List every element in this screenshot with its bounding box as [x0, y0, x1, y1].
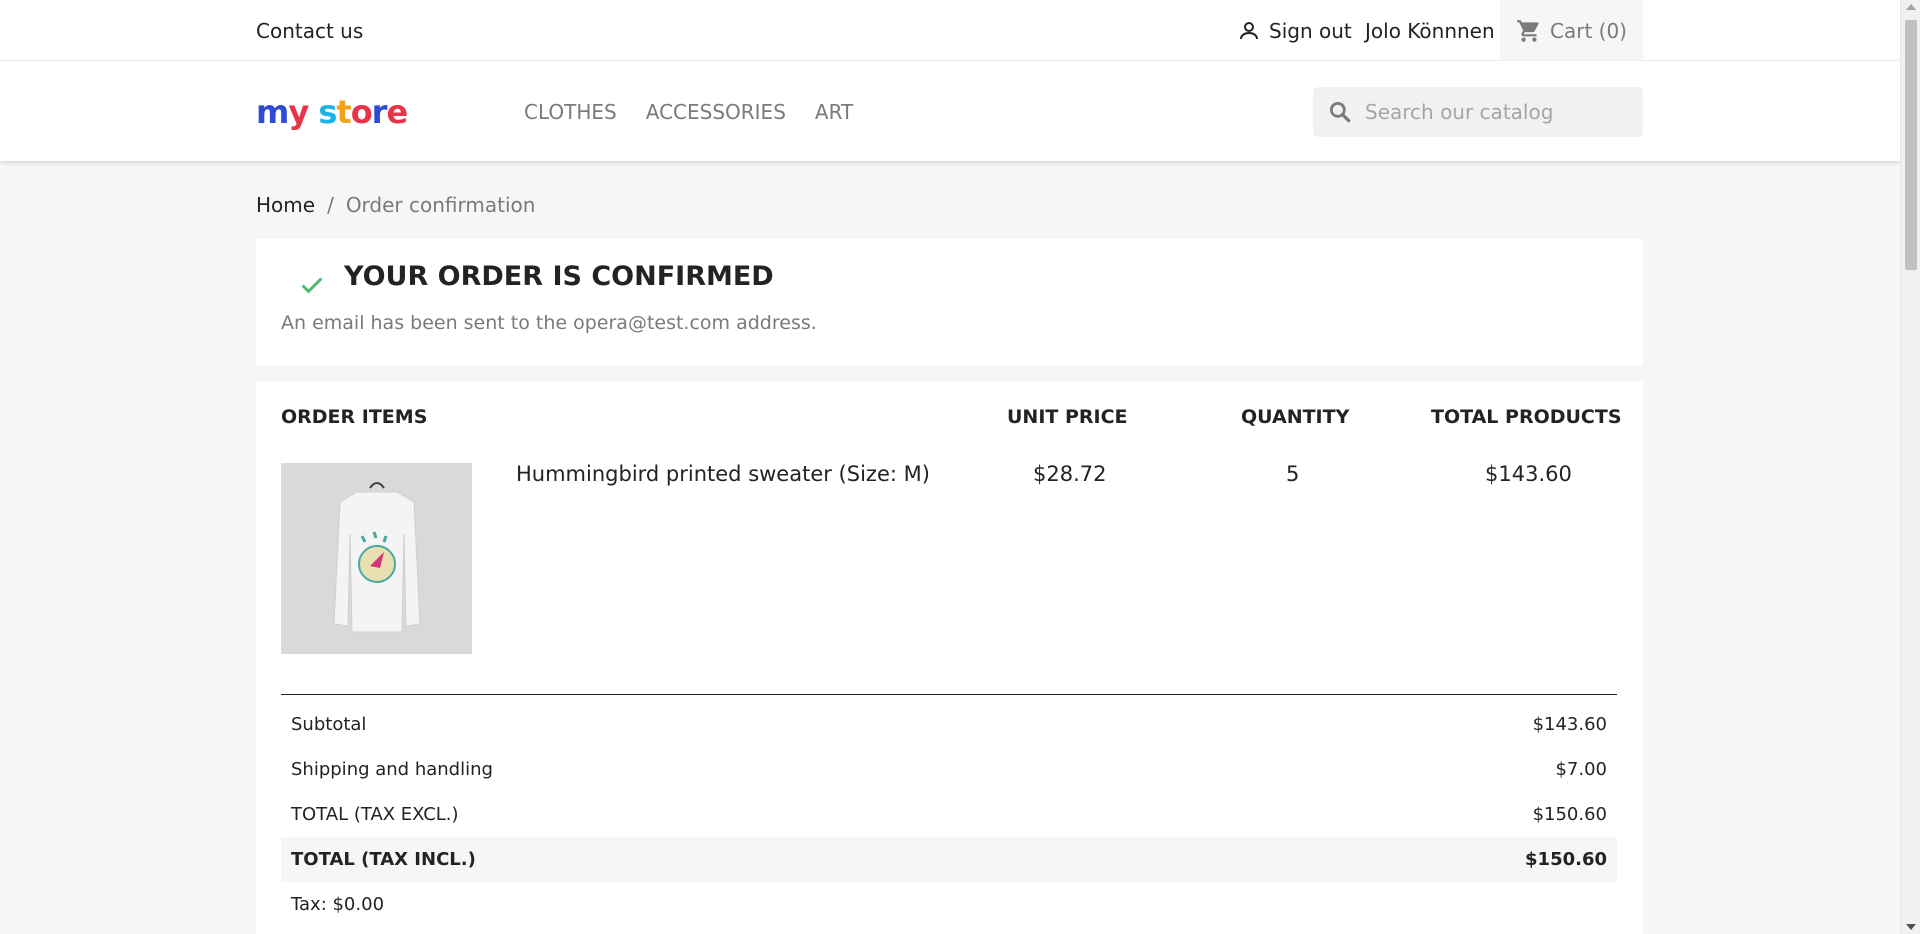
confirmation-title: YOUR ORDER IS CONFIRMED: [344, 261, 774, 292]
column-header-quantity: QUANTITY: [1241, 406, 1350, 428]
divider: [281, 694, 1617, 695]
totals-label: TOTAL (TAX EXCL.): [291, 804, 459, 825]
checkmark-icon: [301, 277, 323, 294]
search-input[interactable]: [1365, 100, 1635, 124]
top-bar: Contact us Sign out Jolo Könnnen Cart (0…: [0, 0, 1900, 61]
sign-out-link[interactable]: Sign out: [1237, 19, 1352, 43]
cart-icon: [1517, 19, 1539, 42]
store-logo[interactable]: my store: [256, 93, 408, 131]
breadcrumb-home[interactable]: Home: [256, 193, 315, 217]
totals-label: Tax: $0.00: [291, 894, 385, 915]
order-details-card: ORDER ITEMS UNIT PRICE QUANTITY TOTAL PR…: [256, 382, 1643, 934]
totals-value: $143.60: [1532, 714, 1607, 735]
totals-label: Subtotal: [291, 714, 367, 735]
cart-button[interactable]: Cart (0): [1500, 0, 1643, 61]
product-total: $143.60: [1485, 462, 1572, 486]
column-header-unit-price: UNIT PRICE: [1007, 406, 1128, 428]
product-image: [281, 463, 472, 654]
totals-value: $150.60: [1532, 804, 1607, 825]
breadcrumb-separator: /: [327, 193, 334, 217]
site-header: my store CLOTHES ACCESSORIES ART: [0, 61, 1900, 161]
search-icon[interactable]: [1327, 99, 1353, 125]
totals-row-tax-excl: TOTAL (TAX EXCL.) $150.60: [281, 792, 1617, 837]
contact-us-link[interactable]: Contact us: [256, 19, 363, 43]
scrollbar-thumb[interactable]: [1905, 20, 1917, 270]
totals-label: TOTAL (TAX INCL.): [291, 849, 476, 870]
totals-value: $150.60: [1525, 849, 1607, 870]
totals-label: Shipping and handling: [291, 759, 493, 780]
column-header-total: TOTAL PRODUCTS: [1431, 406, 1622, 428]
totals-row-shipping: Shipping and handling $7.00: [281, 747, 1617, 792]
totals-value: $7.00: [1555, 759, 1607, 780]
menu-item-clothes[interactable]: CLOTHES: [524, 100, 617, 124]
product-name-link[interactable]: Hummingbird printed sweater (Size: M): [516, 462, 930, 486]
scroll-up-icon[interactable]: [1906, 4, 1916, 10]
account-name-link[interactable]: Jolo Könnnen: [1365, 19, 1495, 43]
page-scrollbar[interactable]: [1900, 0, 1920, 934]
menu-item-accessories[interactable]: ACCESSORIES: [646, 100, 786, 124]
menu-item-art[interactable]: ART: [815, 100, 853, 124]
order-confirmation-card: YOUR ORDER IS CONFIRMED An email has bee…: [256, 239, 1643, 366]
product-unit-price: $28.72: [1033, 462, 1107, 486]
breadcrumb-current: Order confirmation: [345, 193, 536, 217]
breadcrumb: Home / Order confirmation: [256, 193, 535, 217]
main-menu: CLOTHES ACCESSORIES ART: [524, 100, 853, 124]
confirmation-message: An email has been sent to the opera@test…: [281, 312, 817, 334]
order-totals: Subtotal $143.60 Shipping and handling $…: [281, 702, 1617, 927]
user-icon: [1240, 22, 1258, 40]
cart-label: Cart (0): [1550, 18, 1627, 43]
product-quantity: 5: [1286, 462, 1300, 486]
sweater-icon: [332, 481, 421, 632]
sign-out-label: Sign out: [1269, 19, 1352, 43]
column-header-items: ORDER ITEMS: [281, 406, 428, 428]
totals-row-subtotal: Subtotal $143.60: [281, 702, 1617, 747]
scroll-down-icon[interactable]: [1906, 924, 1916, 930]
totals-row-tax-incl: TOTAL (TAX INCL.) $150.60: [281, 837, 1617, 882]
totals-row-tax: Tax: $0.00: [281, 882, 1617, 927]
search-box: [1313, 87, 1643, 137]
